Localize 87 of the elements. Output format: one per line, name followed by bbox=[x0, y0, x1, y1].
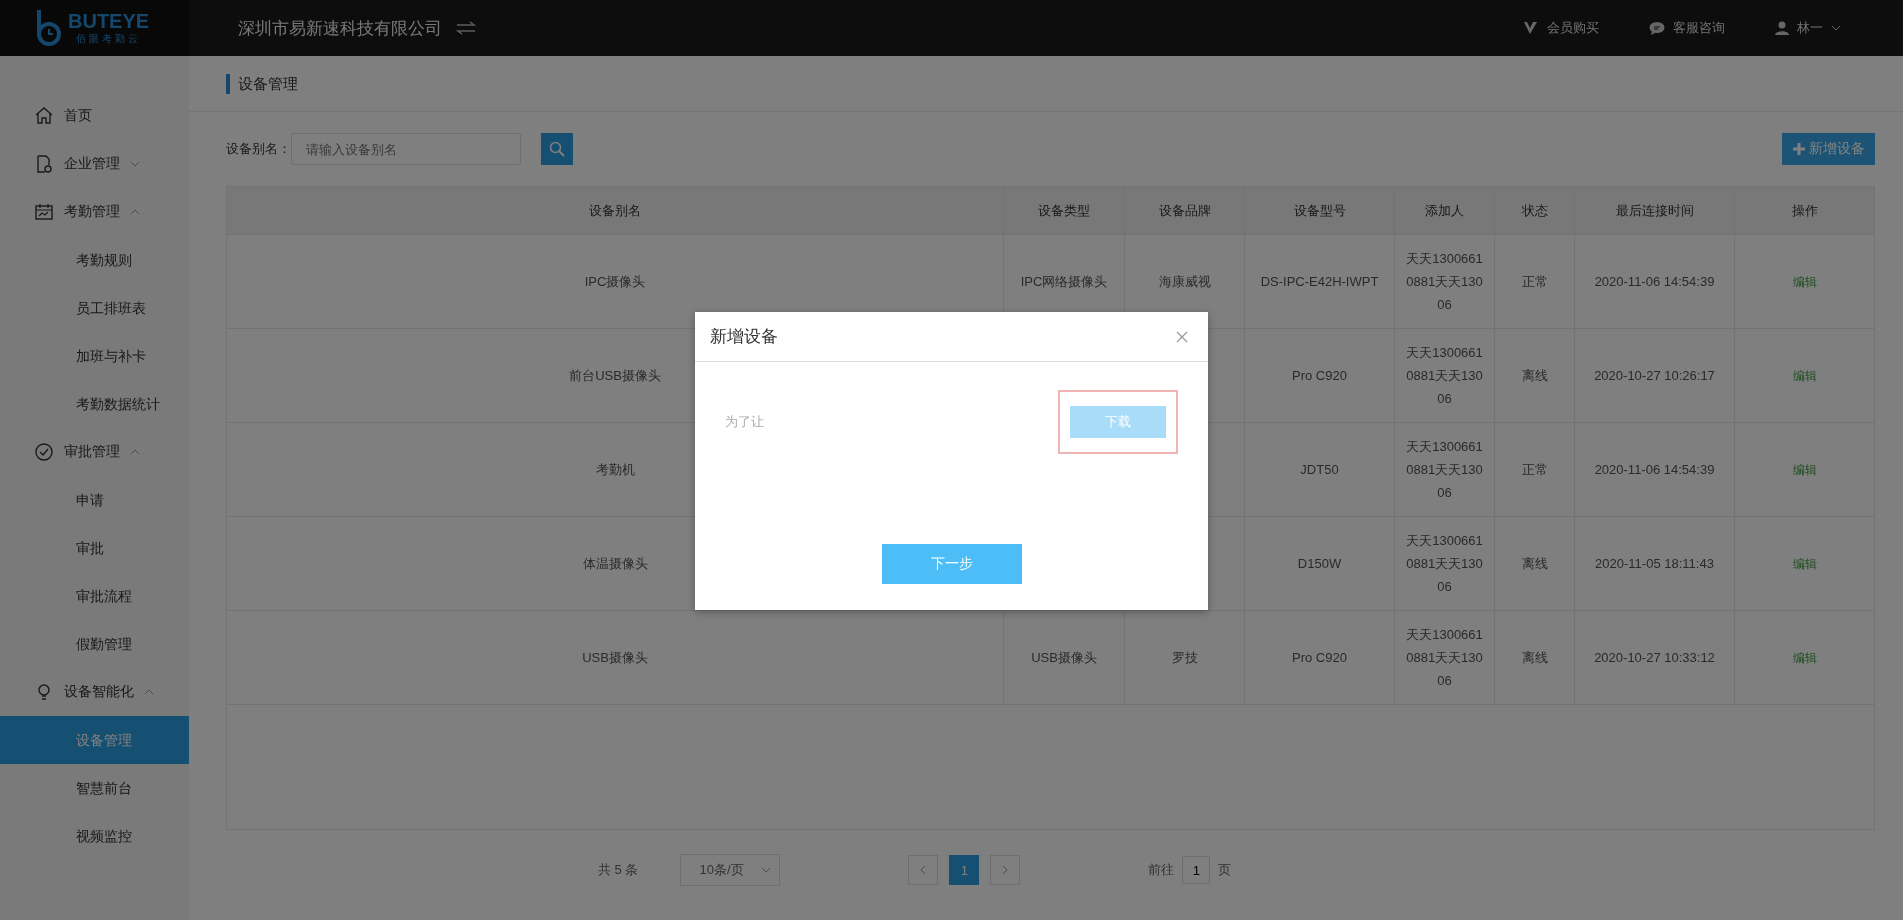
check-circle-icon bbox=[34, 442, 54, 462]
page-button[interactable]: 1 bbox=[949, 855, 980, 885]
logo-text: BUTEYE bbox=[68, 10, 150, 32]
table-cell: 2020-10-27 10:26:17 bbox=[1574, 328, 1735, 423]
document-gear-icon bbox=[34, 154, 54, 174]
table-cell: JDT50 bbox=[1244, 422, 1395, 517]
table-cell: 正常 bbox=[1494, 234, 1575, 329]
company-name: 深圳市易新速科技有限公司 bbox=[238, 17, 442, 40]
add-device-button[interactable]: 新增设备 bbox=[1782, 133, 1875, 165]
dialog-title: 新增设备 bbox=[710, 326, 778, 348]
sidebar-item[interactable]: 考勤管理 bbox=[0, 188, 189, 236]
search-label: 设备别名： bbox=[226, 140, 291, 158]
logo-icon bbox=[34, 8, 64, 48]
header-link[interactable]: 客服咨询 bbox=[1673, 19, 1725, 37]
edit-link[interactable]: 编辑 bbox=[1792, 274, 1817, 289]
sidebar-subitem[interactable]: 加班与补卡 bbox=[0, 332, 189, 380]
column-header: 设备型号 bbox=[1244, 186, 1395, 235]
table-cell: 天天13006610881天天13006 bbox=[1394, 422, 1495, 517]
logo-tagline: 佰眼考勤云 bbox=[76, 32, 142, 46]
column-header: 设备品牌 bbox=[1124, 186, 1245, 235]
table-cell: Pro C920 bbox=[1244, 328, 1395, 423]
table-cell: 天天13006610881天天13006 bbox=[1394, 234, 1495, 329]
table-cell: 2020-10-27 10:33:12 bbox=[1574, 610, 1735, 705]
column-header: 设备类型 bbox=[1003, 186, 1125, 235]
sidebar-subitem[interactable]: 审批流程 bbox=[0, 572, 189, 620]
table-cell: 2020-11-05 18:11:43 bbox=[1574, 516, 1735, 611]
next-page-button[interactable] bbox=[990, 855, 1021, 885]
table-cell: 2020-11-06 14:54:39 bbox=[1574, 234, 1735, 329]
swap-icon[interactable] bbox=[456, 21, 476, 35]
sidebar-subitem[interactable]: 审批 bbox=[0, 524, 189, 572]
table-cell: 2020-11-06 14:54:39 bbox=[1574, 422, 1735, 517]
edit-link[interactable]: 编辑 bbox=[1792, 462, 1817, 477]
sidebar-subitem[interactable]: 假勤管理 bbox=[0, 620, 189, 668]
table-cell: 离线 bbox=[1494, 516, 1575, 611]
search-field[interactable]: 请输入设备别名 bbox=[291, 133, 521, 165]
table-cell: 天天13006610881天天13006 bbox=[1394, 328, 1495, 423]
chevron-left-icon bbox=[920, 865, 927, 875]
previous-page-button[interactable] bbox=[908, 855, 939, 885]
edit-link[interactable]: 编辑 bbox=[1792, 368, 1817, 383]
user-icon bbox=[1775, 21, 1789, 35]
close-icon bbox=[1176, 330, 1188, 343]
sidebar-subitem[interactable]: 考勤数据统计 bbox=[0, 380, 189, 428]
sidebar-item[interactable]: 审批管理 bbox=[0, 428, 189, 476]
sidebar-subitem[interactable]: 设备管理 bbox=[0, 716, 189, 764]
table-cell: Pro C920 bbox=[1244, 610, 1395, 705]
table-cell: 离线 bbox=[1494, 610, 1575, 705]
edit-link[interactable]: 编辑 bbox=[1792, 556, 1817, 571]
close-button[interactable] bbox=[1176, 330, 1188, 343]
search-icon bbox=[549, 141, 565, 157]
column-header: 添加人 bbox=[1394, 186, 1495, 235]
table-cell: 正常 bbox=[1494, 422, 1575, 517]
home-icon bbox=[34, 106, 54, 126]
sidebar-subitem[interactable]: 考勤规则 bbox=[0, 236, 189, 284]
chat-icon bbox=[1649, 21, 1665, 35]
caret-down-icon bbox=[761, 867, 772, 873]
v-icon bbox=[1523, 21, 1539, 35]
sidebar-item[interactable]: 企业管理 bbox=[0, 140, 189, 188]
caret-down-icon bbox=[1831, 25, 1841, 31]
page-size-value: 10条/页 bbox=[699, 861, 744, 879]
sidebar-subitem[interactable]: 员工排班表 bbox=[0, 284, 189, 332]
sidebar-subitem[interactable]: 申请 bbox=[0, 476, 189, 524]
next-step-button[interactable]: 下一步 bbox=[881, 544, 1022, 584]
table-cell: 离线 bbox=[1494, 328, 1575, 423]
sidebar-item[interactable]: 设备智能化 bbox=[0, 668, 189, 716]
column-header: 最后连接时间 bbox=[1574, 186, 1735, 235]
sidebar-subitem[interactable]: 智慧前台 bbox=[0, 764, 189, 812]
table-cell: 天天13006610881天天13006 bbox=[1394, 610, 1495, 705]
page-size-select[interactable]: 10条/页 bbox=[680, 854, 781, 886]
table-cell: D150W bbox=[1244, 516, 1395, 611]
total-count: 共 5 条 bbox=[598, 861, 639, 879]
plus-icon bbox=[1792, 142, 1806, 156]
table-cell: 天天13006610881天天13006 bbox=[1394, 516, 1495, 611]
page-title: 设备管理 bbox=[226, 73, 298, 94]
calendar-icon bbox=[34, 202, 54, 222]
edit-link[interactable]: 编辑 bbox=[1792, 650, 1817, 665]
header-link[interactable]: 会员购买 bbox=[1547, 19, 1599, 37]
page-suffix: 页 bbox=[1218, 861, 1232, 879]
column-header: 操作 bbox=[1734, 186, 1875, 235]
page-number-field[interactable]: 1 bbox=[1182, 856, 1211, 884]
sidebar-subitem[interactable]: 视频监控 bbox=[0, 812, 189, 860]
sidebar-item[interactable]: 首页 bbox=[0, 92, 189, 140]
chevron-right-icon bbox=[1002, 865, 1009, 875]
search-button[interactable] bbox=[541, 133, 573, 165]
goto-label: 前往 bbox=[1148, 861, 1175, 879]
column-header: 设备别名 bbox=[226, 186, 1004, 235]
table-cell: DS-IPC-E42H-IWPT bbox=[1244, 234, 1395, 329]
column-header: 状态 bbox=[1494, 186, 1575, 235]
